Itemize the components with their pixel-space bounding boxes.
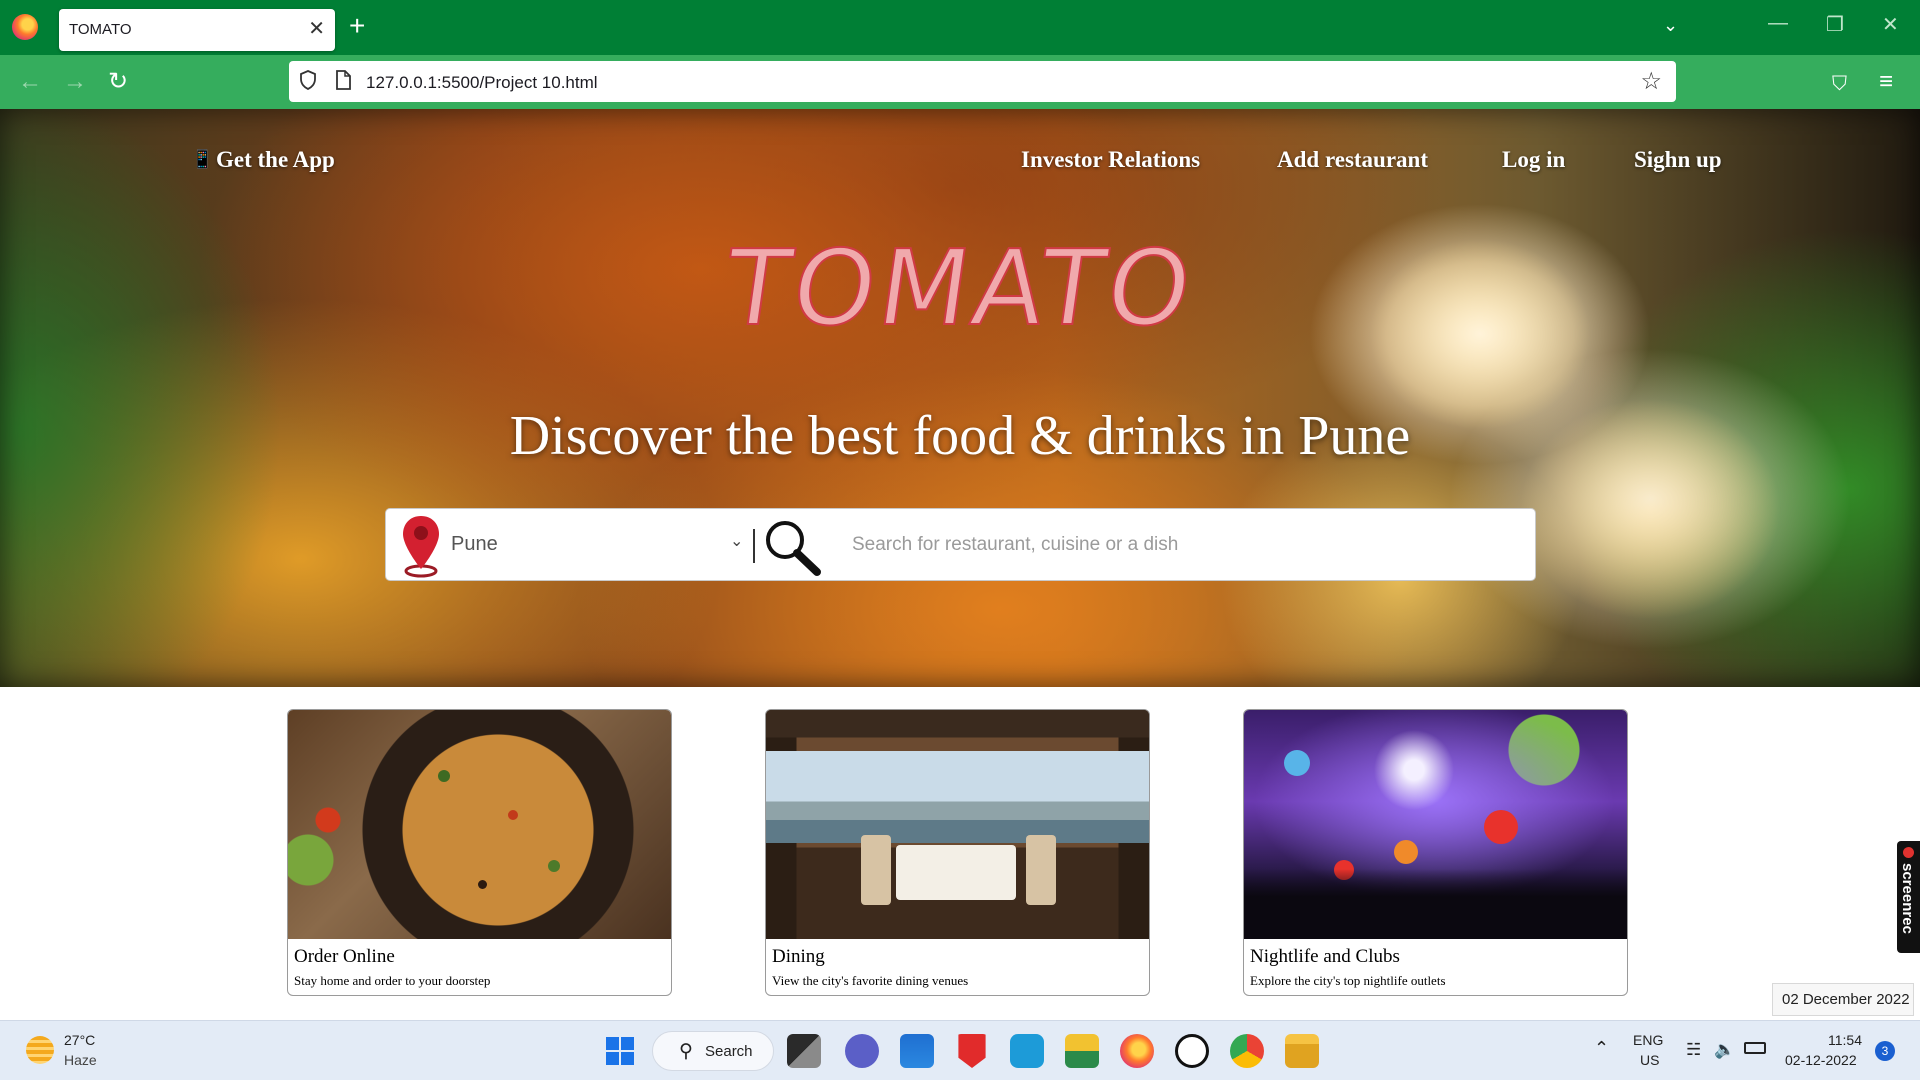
card-order-online[interactable]: Order Online Stay home and order to your… [287, 709, 672, 996]
skype-icon[interactable] [1010, 1034, 1044, 1068]
menu-icon[interactable]: ≡ [1879, 67, 1893, 97]
clock-date[interactable]: 02-12-2022 [1785, 1052, 1857, 1068]
bookmark-star-icon[interactable]: ☆ [1640, 67, 1662, 96]
weather-temperature[interactable]: 27°C [64, 1032, 95, 1048]
tab-list-chevron-icon[interactable]: ⌄ [1663, 15, 1678, 36]
weather-haze-icon[interactable] [26, 1036, 54, 1064]
dell-icon[interactable] [1175, 1034, 1209, 1068]
microsoft-store-icon[interactable] [900, 1034, 934, 1068]
hero-tagline: Discover the best food & drinks in Pune [509, 405, 1411, 467]
reload-icon[interactable]: ↻ [108, 67, 128, 97]
address-bar[interactable]: 127.0.0.1:5500/Project 10.html ☆ [289, 61, 1676, 102]
forward-icon[interactable]: → [63, 67, 87, 97]
firefox-taskbar-icon[interactable] [1120, 1034, 1154, 1068]
file-explorer-icon[interactable] [1285, 1034, 1319, 1068]
signup-link[interactable]: Sighn up [1634, 147, 1722, 173]
weather-description[interactable]: Haze [64, 1052, 97, 1068]
chrome-icon[interactable] [1230, 1034, 1264, 1068]
back-icon[interactable]: ← [18, 67, 42, 97]
clock-time[interactable]: 11:54 [1828, 1032, 1862, 1048]
new-tab-button[interactable]: + [349, 11, 365, 41]
minimize-icon[interactable]: — [1768, 12, 1788, 35]
windows-taskbar: 27°C Haze ⚲ Search ⌃ ENG US ☵ 🔈 11:54 02… [0, 1020, 1920, 1080]
screenrec-label: screenrec [1899, 863, 1916, 934]
browser-nav-bar: ← → ↻ 127.0.0.1:5500/Project 10.html ☆ ⛉… [0, 55, 1920, 109]
search-icon: ⚲ [679, 1041, 693, 1062]
add-restaurant-link[interactable]: Add restaurant [1277, 147, 1428, 173]
wifi-icon[interactable]: ☵ [1686, 1040, 1701, 1060]
biryani-image [288, 710, 671, 939]
search-input[interactable] [852, 527, 1512, 563]
tray-chevron-up-icon[interactable]: ⌃ [1594, 1038, 1609, 1059]
task-view-icon[interactable] [787, 1034, 821, 1068]
location-select[interactable]: Pune [451, 533, 498, 556]
shield-icon[interactable] [299, 70, 317, 96]
tab-close-icon[interactable]: ✕ [308, 18, 325, 40]
browser-tab-bar: TOMATO ✕ + ⌄ — ❐ ✕ [0, 0, 1920, 55]
date-tooltip: 02 December 2022 [1772, 983, 1914, 1016]
volume-icon[interactable]: 🔈 [1714, 1040, 1735, 1060]
search-bar: Pune ⌄ [385, 508, 1536, 581]
card-title: Order Online [294, 946, 395, 967]
firefox-logo-icon [12, 14, 38, 40]
region-indicator[interactable]: US [1640, 1052, 1659, 1068]
hero-banner: 📱 Get the App Investor Relations Add res… [0, 109, 1920, 687]
mcafee-icon[interactable] [958, 1034, 986, 1068]
taskbar-search-label: Search [705, 1043, 753, 1060]
tab-title: TOMATO [69, 21, 132, 38]
restore-icon[interactable]: ❐ [1826, 12, 1844, 37]
card-description: Stay home and order to your doorstep [294, 973, 491, 988]
record-icon [1903, 847, 1914, 858]
search-icon[interactable] [762, 517, 822, 577]
card-dining[interactable]: Dining View the city's favorite dining v… [765, 709, 1150, 996]
browser-tab[interactable]: TOMATO ✕ [59, 9, 335, 51]
card-title: Dining [772, 946, 825, 967]
search-divider [753, 529, 755, 563]
taskbar-search-button[interactable]: ⚲ Search [652, 1031, 774, 1071]
url-text[interactable]: 127.0.0.1:5500/Project 10.html [366, 73, 598, 93]
card-title: Nightlife and Clubs [1250, 946, 1400, 967]
teams-chat-icon[interactable] [845, 1034, 879, 1068]
brand-title: TOMATO [717, 226, 1204, 350]
card-description: Explore the city's top nightlife outlets [1250, 973, 1446, 988]
language-indicator[interactable]: ENG [1633, 1032, 1663, 1048]
battery-icon[interactable] [1744, 1042, 1766, 1054]
chevron-down-icon[interactable]: ⌄ [730, 531, 743, 551]
windows-start-icon[interactable] [603, 1034, 637, 1068]
get-app-link[interactable]: Get the App [216, 147, 335, 173]
login-link[interactable]: Log in [1502, 147, 1565, 173]
notification-badge[interactable]: 3 [1875, 1041, 1895, 1061]
close-window-icon[interactable]: ✕ [1882, 12, 1899, 37]
pocket-icon[interactable]: ⛉ [1832, 69, 1847, 99]
nightclub-image [1244, 710, 1627, 939]
dining-room-image [766, 710, 1149, 939]
page-icon [335, 70, 351, 95]
card-nightlife[interactable]: Nightlife and Clubs Explore the city's t… [1243, 709, 1628, 996]
screenrec-side-tab[interactable]: screenrec [1897, 841, 1920, 953]
card-description: View the city's favorite dining venues [772, 973, 969, 988]
phone-icon: 📱 [191, 149, 214, 169]
app-plus-icon[interactable] [1065, 1034, 1099, 1068]
location-pin-icon [403, 516, 439, 578]
investor-relations-link[interactable]: Investor Relations [1021, 147, 1200, 173]
